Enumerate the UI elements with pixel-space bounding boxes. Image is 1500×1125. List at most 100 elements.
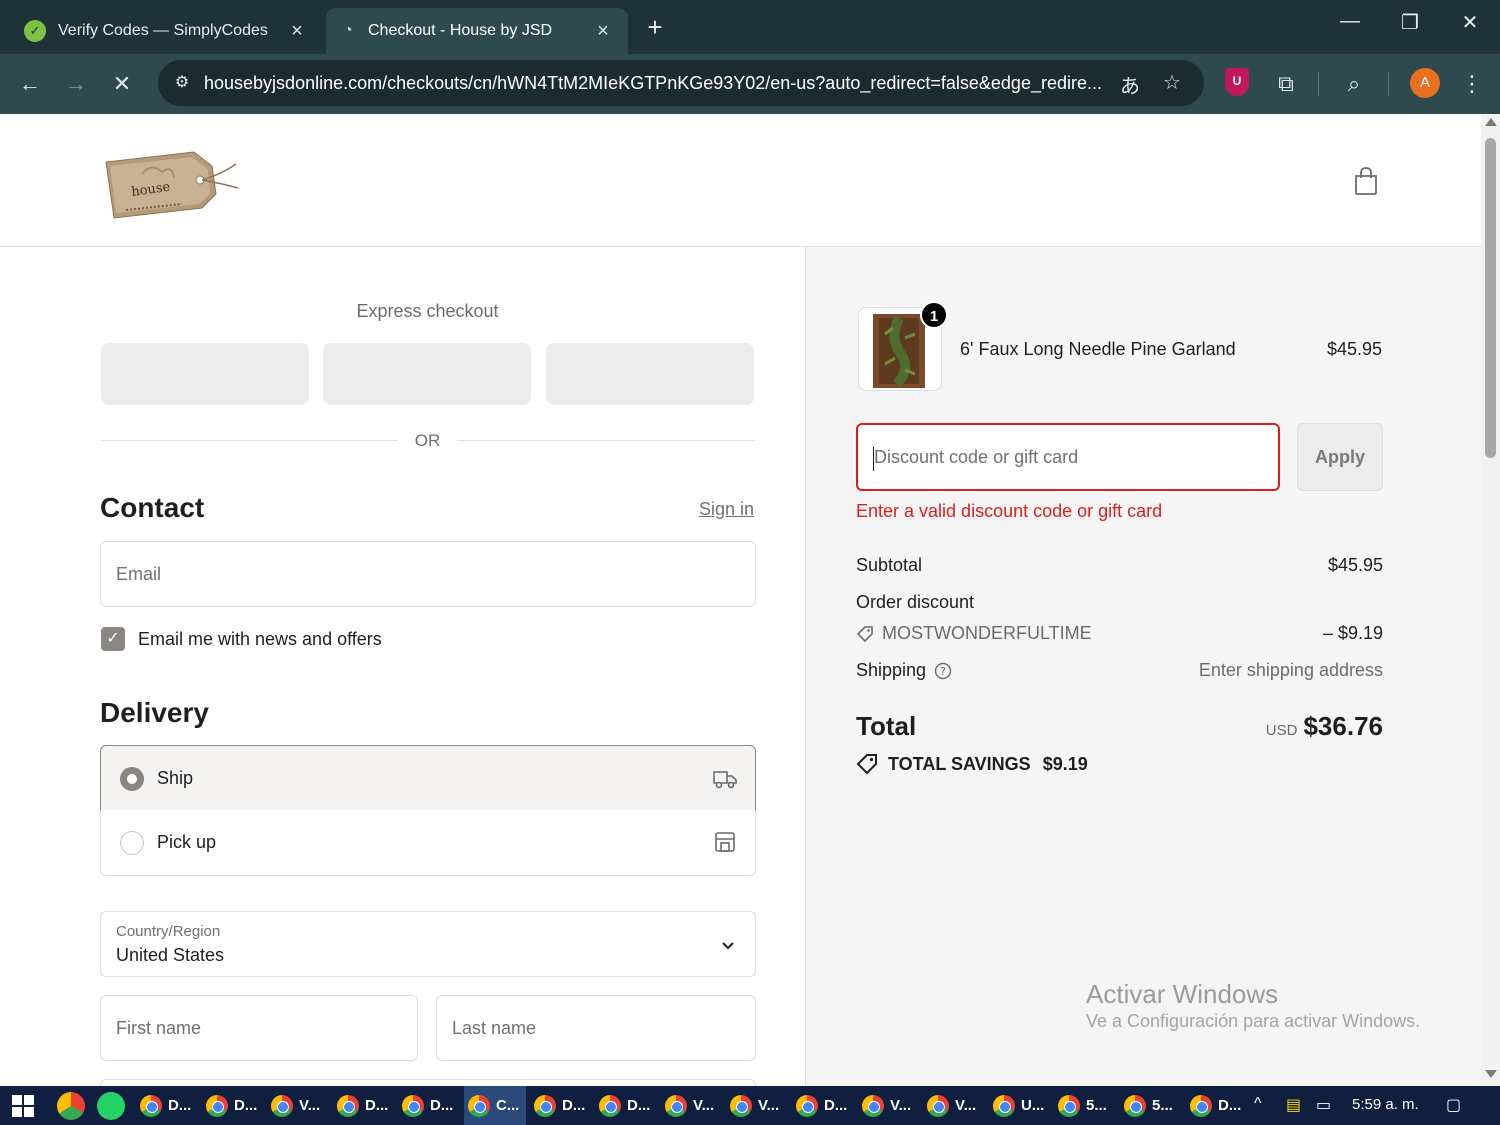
- taskbar-app-label: D...: [627, 1097, 651, 1114]
- delivery-option-pickup[interactable]: Pick up: [100, 810, 756, 876]
- tag-icon: [856, 625, 873, 642]
- country-region-select[interactable]: Country/Region United States: [100, 911, 756, 977]
- close-tab-icon[interactable]: ×: [286, 20, 308, 43]
- subtotal-value: $45.95: [1327, 555, 1383, 575]
- svg-text:?: ?: [940, 665, 946, 678]
- chrome-window-icon: [599, 1094, 621, 1117]
- taskbar-app-button[interactable]: C...: [464, 1086, 526, 1125]
- chevron-down-icon: [722, 942, 734, 950]
- windows-activation-title: Activar Windows: [1086, 979, 1279, 1009]
- chrome-window-icon: [1190, 1094, 1212, 1117]
- taskbar-app-button[interactable]: 5...: [1120, 1086, 1182, 1125]
- extension-letter: U: [1232, 74, 1242, 88]
- shipping-value: Enter shipping address: [1198, 660, 1383, 680]
- taskbar-app-label: 5...: [1152, 1097, 1173, 1114]
- chrome-window-icon: [993, 1094, 1015, 1117]
- windows-start-icon[interactable]: [12, 1095, 34, 1117]
- minimize-icon[interactable]: —: [1330, 10, 1370, 33]
- ublock-extension-icon[interactable]: U: [1225, 68, 1249, 96]
- tray-chevron-up-icon[interactable]: ^: [1254, 1095, 1262, 1113]
- express-pay-button-3[interactable]: [546, 343, 754, 405]
- first-name-field[interactable]: First name: [100, 995, 418, 1061]
- network-icon[interactable]: ▭: [1316, 1095, 1331, 1115]
- express-pay-button-2[interactable]: [323, 343, 531, 405]
- tab-simplycodes[interactable]: ✓ Verify Codes — SimplyCodes ×: [10, 8, 322, 54]
- notifications-icon[interactable]: ▢: [1446, 1095, 1461, 1115]
- forward-icon[interactable]: →: [60, 68, 92, 100]
- news-offers-checkbox[interactable]: ✓: [101, 627, 125, 651]
- last-name-field[interactable]: Last name: [436, 995, 756, 1061]
- loading-favicon-icon: ◔: [343, 22, 353, 39]
- address-bar[interactable]: ⚙ housebyjsdonline.com/checkouts/cn/hWN4…: [158, 60, 1204, 106]
- system-clock[interactable]: 5:59 a. m.: [1352, 1096, 1419, 1113]
- store-icon: [715, 832, 735, 852]
- discount-code-input[interactable]: Discount code or gift card: [856, 423, 1280, 491]
- pickup-radio[interactable]: [120, 831, 144, 855]
- chrome-window-icon: [337, 1094, 359, 1117]
- tab-search-icon[interactable]: ⌕: [1338, 68, 1370, 100]
- savings-tag-icon: [856, 754, 877, 775]
- taskbar-app-button[interactable]: D...: [202, 1086, 264, 1125]
- shipping-row: Shipping ?: [856, 660, 952, 681]
- product-name: 6' Faux Long Needle Pine Garland: [960, 339, 1236, 359]
- taskbar-app-label: D...: [562, 1097, 586, 1114]
- taskbar-app-label: D...: [824, 1097, 848, 1114]
- delivery-option-ship[interactable]: Ship: [100, 745, 756, 811]
- taskbar-app-button[interactable]: D...: [1186, 1086, 1248, 1125]
- apply-button[interactable]: Apply: [1297, 423, 1383, 491]
- chrome-window-icon: [665, 1094, 687, 1117]
- sign-in-link[interactable]: Sign in: [699, 499, 754, 520]
- url-text[interactable]: housebyjsdonline.com/checkouts/cn/hWN4Tt…: [204, 73, 1104, 94]
- chrome-pinned-icon[interactable]: [57, 1092, 85, 1120]
- ship-radio[interactable]: [120, 767, 144, 791]
- chrome-window-icon: [271, 1094, 293, 1117]
- taskbar-app-button[interactable]: D...: [595, 1086, 657, 1125]
- stop-loading-icon[interactable]: ✕: [106, 68, 138, 100]
- contact-heading: Contact: [100, 492, 205, 523]
- site-settings-icon[interactable]: ⚙: [168, 69, 196, 97]
- email-field[interactable]: Email: [100, 541, 756, 607]
- taskbar-app-button[interactable]: V...: [858, 1086, 920, 1125]
- taskbar-app-button[interactable]: D...: [333, 1086, 395, 1125]
- browser-toolbar: ← → ✕ ⚙ housebyjsdonline.com/checkouts/c…: [0, 54, 1500, 114]
- truck-icon: [713, 771, 737, 789]
- taskbar-app-button[interactable]: V...: [726, 1086, 788, 1125]
- help-circle-icon[interactable]: ?: [934, 662, 952, 680]
- taskbar-app-button[interactable]: D...: [398, 1086, 460, 1125]
- taskbar-app-button[interactable]: U...: [989, 1086, 1051, 1125]
- discount-placeholder: Discount code or gift card: [874, 447, 1079, 467]
- tray-app-icon[interactable]: ▤: [1286, 1095, 1301, 1115]
- taskbar-app-label: D...: [430, 1097, 454, 1114]
- scroll-down-arrow-icon[interactable]: [1485, 1070, 1497, 1078]
- taskbar-app-button[interactable]: V...: [267, 1086, 329, 1125]
- taskbar-app-button[interactable]: D...: [792, 1086, 854, 1125]
- taskbar-app-button[interactable]: 5...: [1054, 1086, 1116, 1125]
- windows-activation-subtitle: Ve a Configuración para activar Windows.: [1086, 1011, 1421, 1031]
- next-field[interactable]: [100, 1079, 756, 1086]
- store-logo-tag-icon[interactable]: house: [102, 144, 242, 222]
- profile-avatar[interactable]: A: [1410, 68, 1440, 98]
- browser-tab-bar: ✓ Verify Codes — SimplyCodes × ◔ Checkou…: [0, 0, 1500, 54]
- taskbar-app-button[interactable]: V...: [661, 1086, 723, 1125]
- new-tab-button[interactable]: +: [640, 12, 670, 43]
- back-icon[interactable]: ←: [14, 68, 46, 100]
- taskbar-app-button[interactable]: D...: [136, 1086, 198, 1125]
- translate-icon[interactable]: あ: [1116, 70, 1144, 99]
- page-scrollbar[interactable]: [1481, 114, 1500, 1086]
- whatsapp-icon[interactable]: [97, 1092, 125, 1120]
- scroll-up-arrow-icon[interactable]: [1485, 118, 1497, 126]
- close-window-icon[interactable]: ✕: [1450, 10, 1490, 35]
- scrollbar-thumb[interactable]: [1485, 138, 1496, 458]
- close-tab-icon[interactable]: ×: [592, 20, 614, 43]
- bookmark-star-icon[interactable]: ☆: [1158, 70, 1186, 95]
- taskbar-app-button[interactable]: D...: [530, 1086, 592, 1125]
- taskbar-app-button[interactable]: V...: [923, 1086, 985, 1125]
- menu-kebab-icon[interactable]: ⋮: [1456, 68, 1488, 100]
- extensions-puzzle-icon[interactable]: ⧉: [1270, 68, 1302, 100]
- express-pay-button-1[interactable]: [101, 343, 309, 405]
- shopping-bag-icon[interactable]: [1352, 166, 1380, 196]
- chrome-window-icon: [534, 1094, 556, 1117]
- restore-icon[interactable]: ❐: [1390, 10, 1430, 35]
- tab-checkout[interactable]: ◔ Checkout - House by JSD ×: [326, 8, 628, 54]
- last-name-placeholder: Last name: [452, 1018, 537, 1038]
